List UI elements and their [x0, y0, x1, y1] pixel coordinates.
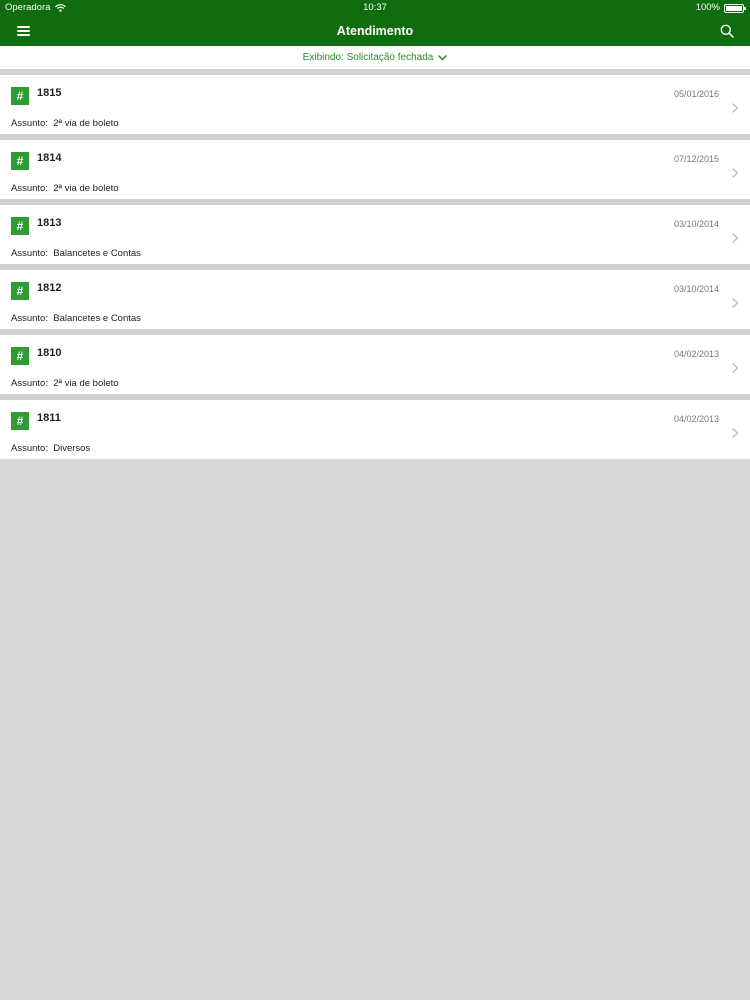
- subject-label: Assunto:: [11, 118, 48, 129]
- filter-label: Exibindo: Solicitação fechada: [302, 52, 434, 63]
- hash-icon: #: [11, 87, 29, 105]
- top-bar: Operadora 10:37 100% Atendimento: [0, 0, 750, 46]
- chevron-right-icon: [732, 428, 739, 438]
- subject-value: 2ª via de boleto: [53, 183, 119, 194]
- ticket-number: 1814: [37, 152, 62, 164]
- hash-icon: #: [11, 282, 29, 300]
- ticket-number: 1813: [37, 217, 62, 229]
- ticket-date: 07/12/2015: [673, 154, 719, 164]
- page-title: Atendimento: [336, 24, 414, 38]
- ticket-number: 1810: [37, 347, 62, 359]
- battery-label: 100%: [695, 2, 720, 13]
- ticket-row[interactable]: # 1811 04/02/2013 Assunto: Diversos: [0, 394, 750, 459]
- chevron-right-icon: [732, 168, 739, 178]
- subject-value: Balancetes e Contas: [53, 313, 141, 324]
- battery-icon: [724, 3, 746, 13]
- subject-label: Assunto:: [11, 183, 48, 194]
- ticket-subject: Assunto: 2ª via de boleto: [11, 118, 119, 129]
- ticket-subject: Assunto: Diversos: [11, 443, 90, 454]
- chevron-right-icon: [732, 363, 739, 373]
- ticket-number: 1811: [37, 412, 61, 424]
- ticket-date: 03/10/2014: [673, 219, 719, 229]
- chevron-right-icon: [732, 103, 739, 113]
- ticket-subject: Assunto: 2ª via de boleto: [11, 378, 119, 389]
- ticket-date: 03/10/2014: [673, 284, 719, 294]
- ticket-row[interactable]: # 1814 07/12/2015 Assunto: 2ª via de bol…: [0, 134, 750, 199]
- ticket-date: 04/02/2013: [673, 349, 719, 359]
- hash-icon: #: [11, 152, 29, 170]
- chevron-right-icon: [732, 298, 739, 308]
- search-icon[interactable]: [720, 24, 734, 38]
- subject-value: Balancetes e Contas: [53, 248, 141, 259]
- hash-icon: #: [11, 347, 29, 365]
- status-bar: Operadora 10:37 100%: [0, 0, 750, 16]
- subject-label: Assunto:: [11, 378, 48, 389]
- ticket-subject: Assunto: Balancetes e Contas: [11, 313, 141, 324]
- ticket-number: 1815: [37, 87, 62, 99]
- subject-value: Diversos: [53, 443, 91, 454]
- ticket-subject: Assunto: Balancetes e Contas: [11, 248, 141, 259]
- hash-icon: #: [11, 412, 29, 430]
- ticket-list: # 1815 05/01/2016 Assunto: 2ª via de bol…: [0, 69, 750, 459]
- subject-value: 2ª via de boleto: [53, 378, 119, 389]
- ticket-subject: Assunto: 2ª via de boleto: [11, 183, 119, 194]
- chevron-down-icon: [438, 54, 448, 60]
- subject-label: Assunto:: [11, 313, 48, 324]
- ticket-row[interactable]: # 1813 03/10/2014 Assunto: Balancetes e …: [0, 199, 750, 264]
- ticket-number: 1812: [37, 282, 62, 294]
- hash-icon: #: [11, 217, 29, 235]
- navigation-bar: Atendimento: [0, 16, 750, 46]
- ticket-row[interactable]: # 1810 04/02/2013 Assunto: 2ª via de bol…: [0, 329, 750, 394]
- ticket-row[interactable]: # 1815 05/01/2016 Assunto: 2ª via de bol…: [0, 69, 750, 134]
- chevron-right-icon: [732, 233, 739, 243]
- subject-label: Assunto:: [11, 248, 48, 259]
- filter-selector[interactable]: Exibindo: Solicitação fechada: [0, 46, 750, 69]
- status-time: 10:37: [363, 2, 387, 13]
- ticket-row[interactable]: # 1812 03/10/2014 Assunto: Balancetes e …: [0, 264, 750, 329]
- subject-value: 2ª via de boleto: [53, 118, 119, 129]
- ticket-date: 04/02/2013: [673, 414, 719, 424]
- ticket-date: 05/01/2016: [673, 89, 719, 99]
- battery-status: 100%: [695, 0, 746, 16]
- subject-label: Assunto:: [11, 443, 48, 454]
